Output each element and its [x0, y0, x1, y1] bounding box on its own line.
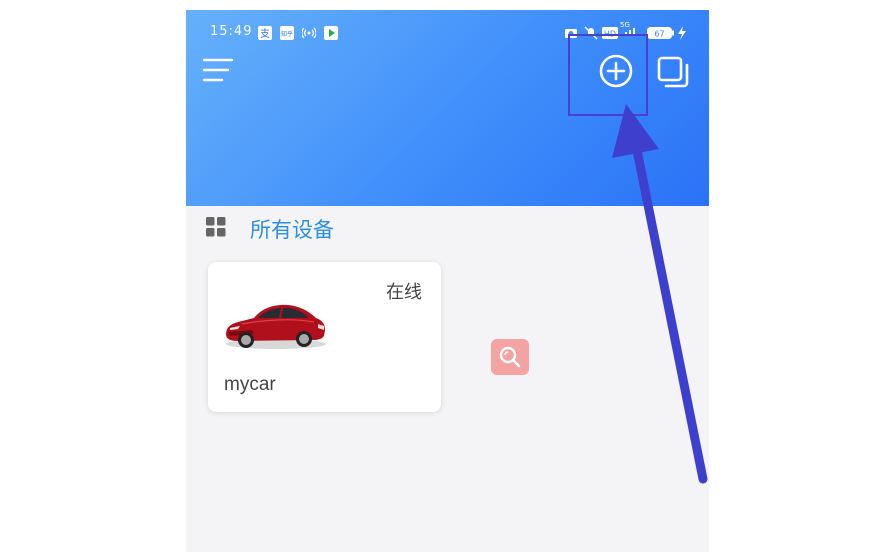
device-card[interactable]: 在线 mycar: [208, 262, 441, 412]
svg-text:支: 支: [260, 28, 270, 40]
app-icon: [324, 26, 338, 40]
header-banner: 15:49 支 知乎 HD 5G 67: [186, 10, 709, 206]
charging-icon: [678, 26, 686, 40]
highlight-box: [568, 34, 648, 116]
app-screen: 15:49 支 知乎 HD 5G 67 所有设备 在线 mycar: [186, 10, 709, 552]
car-image: [226, 304, 326, 349]
search-icon: [499, 346, 521, 368]
status-time: 15:49: [210, 24, 253, 39]
hotspot-icon: [302, 27, 316, 39]
svg-text:67: 67: [654, 30, 664, 39]
menu-button[interactable]: [202, 56, 234, 84]
device-status: 在线: [386, 282, 422, 303]
battery-icon: 67: [647, 27, 674, 39]
zhihu-icon: 知乎: [280, 26, 294, 40]
svg-text:知乎: 知乎: [281, 30, 293, 38]
device-name: mycar: [224, 374, 276, 395]
alipay-icon: 支: [258, 26, 272, 40]
grid-icon: [206, 217, 226, 237]
section-title[interactable]: 所有设备: [250, 214, 334, 244]
copy-icon[interactable]: [656, 55, 690, 89]
search-button[interactable]: [491, 339, 529, 375]
svg-text:5G: 5G: [620, 21, 630, 29]
signal-icon: 5G: [620, 21, 635, 34]
